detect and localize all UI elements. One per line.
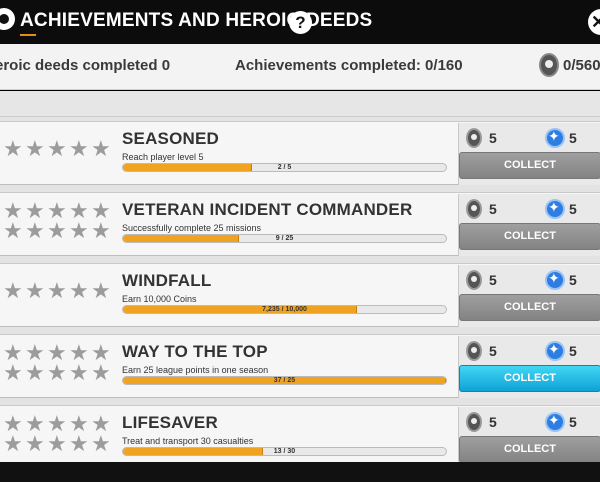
- reward-panel: 5 5 COLLECT: [458, 194, 600, 256]
- star-icon: ★: [91, 360, 111, 385]
- gem-icon: [545, 128, 565, 148]
- close-icon: ✕: [591, 12, 600, 32]
- list-header-band: [0, 91, 600, 117]
- progress-bar: 2 / 5: [122, 163, 447, 172]
- medal-reward: 5: [489, 343, 497, 359]
- reward-panel: 5 5 COLLECT: [458, 407, 600, 469]
- star-icon: ★: [3, 360, 23, 385]
- progress-text: 7,235 / 10,000: [262, 306, 307, 313]
- medal-count: 0/560: [563, 57, 600, 74]
- progress-bar: 13 / 30: [122, 447, 447, 456]
- star-icon: ★: [3, 278, 23, 303]
- star-icon: ★: [69, 360, 89, 385]
- achievement-description: Treat and transport 30 casualties: [122, 436, 254, 446]
- title-accent: [20, 34, 36, 36]
- collect-button[interactable]: COLLECT: [459, 152, 600, 179]
- achievement-description: Earn 25 league points in one season: [122, 365, 269, 375]
- gem-reward: 5: [569, 130, 577, 146]
- star-icon: ★: [47, 431, 67, 456]
- star-icon: ★: [91, 431, 111, 456]
- reward-panel: 5 5 COLLECT: [458, 265, 600, 327]
- star-icon: ★: [25, 136, 45, 161]
- achievement-title: WAY TO THE TOP: [122, 342, 268, 361]
- medal-icon: [539, 53, 559, 77]
- progress-bar: 7,235 / 10,000: [122, 305, 447, 314]
- medal-icon: [466, 412, 482, 432]
- star-icon: ★: [3, 136, 23, 161]
- star-icon: ★: [69, 136, 89, 161]
- star-icon: ★: [91, 136, 111, 161]
- medal-reward: 5: [489, 130, 497, 146]
- star-icon: ★: [47, 278, 67, 303]
- gem-reward: 5: [569, 343, 577, 359]
- achievement-title: SEASONED: [122, 129, 220, 148]
- achievement-badge-icon: [0, 8, 15, 30]
- achievement-description: Successfully complete 25 missions: [122, 223, 262, 233]
- star-icon: ★: [91, 218, 111, 243]
- star-icon: ★: [47, 136, 67, 161]
- achievement-card: ★★★★★SEASONEDReach player level 52 / 555…: [0, 121, 600, 185]
- reward-panel: 5 5 COLLECT: [458, 336, 600, 398]
- stats-bar: eroic deeds completed 0 Achievements com…: [0, 44, 600, 90]
- gem-reward: 5: [569, 201, 577, 217]
- gem-reward: 5: [569, 414, 577, 430]
- star-icon: ★: [25, 360, 45, 385]
- star-icon: ★: [69, 278, 89, 303]
- progress-text: 37 / 25: [273, 377, 296, 384]
- star-icon: ★: [25, 431, 45, 456]
- achievement-card: ★ ★ ★ ★ ★ ★ ★ ★ ★ ★ VETERAN INCIDENT COMMANDER Succ…: [0, 192, 600, 256]
- help-button[interactable]: ?: [289, 11, 312, 34]
- gem-icon: [545, 341, 565, 361]
- star-icon: ★: [91, 278, 111, 303]
- achievement-description: Earn 10,000 Coins: [122, 294, 197, 304]
- collect-button[interactable]: COLLECT: [459, 436, 600, 463]
- bottom-edge: [0, 462, 600, 482]
- medal-reward: 5: [489, 414, 497, 430]
- gem-icon: [545, 199, 565, 219]
- collect-button[interactable]: COLLECT: [459, 365, 600, 392]
- collect-button[interactable]: COLLECT: [459, 294, 600, 321]
- gem-reward: 5: [569, 272, 577, 288]
- gem-icon: [545, 412, 565, 432]
- achievement-card: ★ ★ ★ ★ ★ ★ ★ ★ ★ ★ WAY TO THE TOP Earn 25 league p…: [0, 334, 600, 398]
- star-icon: ★: [25, 218, 45, 243]
- medal-reward: 5: [489, 201, 497, 217]
- progress-text: 13 / 30: [273, 448, 296, 455]
- achievement-card: ★ ★ ★ ★ ★ ★ ★ ★ ★ ★ LIFESAVER Treat and transport 3…: [0, 405, 600, 469]
- medal-icon: [466, 199, 482, 219]
- reward-panel: 5 5 COLLECT: [458, 123, 600, 185]
- achievement-title: WINDFALL: [122, 271, 212, 290]
- achievement-description: Reach player level 5: [122, 152, 204, 162]
- progress-bar: 9 / 25: [122, 234, 447, 243]
- close-button[interactable]: ✕: [588, 9, 600, 35]
- star-icon: ★: [3, 431, 23, 456]
- medal-reward: 5: [489, 272, 497, 288]
- star-icon: ★: [69, 431, 89, 456]
- gem-icon: [545, 270, 565, 290]
- header-bar: ACHIEVEMENTS AND HEROIC DEEDS ? ✕: [0, 0, 600, 44]
- medal-icon: [466, 270, 482, 290]
- heroic-deeds-count: eroic deeds completed 0: [0, 57, 171, 74]
- star-icon: ★: [25, 278, 45, 303]
- star-icon: ★: [47, 360, 67, 385]
- collect-button[interactable]: COLLECT: [459, 223, 600, 250]
- progress-text: 2 / 5: [277, 164, 292, 171]
- star-icon: ★: [3, 218, 23, 243]
- medal-icon: [466, 341, 482, 361]
- achievements-count: Achievements completed: 0/160: [235, 57, 463, 74]
- star-icon: ★: [47, 218, 67, 243]
- achievement-card: ★ ★ ★ ★ ★ WINDFALL Earn 10,000 Coins 7,235 / 10…: [0, 263, 600, 327]
- achievement-title: VETERAN INCIDENT COMMANDER: [122, 200, 413, 219]
- progress-bar: 37 / 25: [122, 376, 447, 385]
- medal-icon: [466, 128, 482, 148]
- progress-text: 9 / 25: [275, 235, 294, 242]
- star-icon: ★: [69, 218, 89, 243]
- achievement-title: LIFESAVER: [122, 413, 218, 432]
- page-title: ACHIEVEMENTS AND HEROIC DEEDS: [20, 10, 373, 31]
